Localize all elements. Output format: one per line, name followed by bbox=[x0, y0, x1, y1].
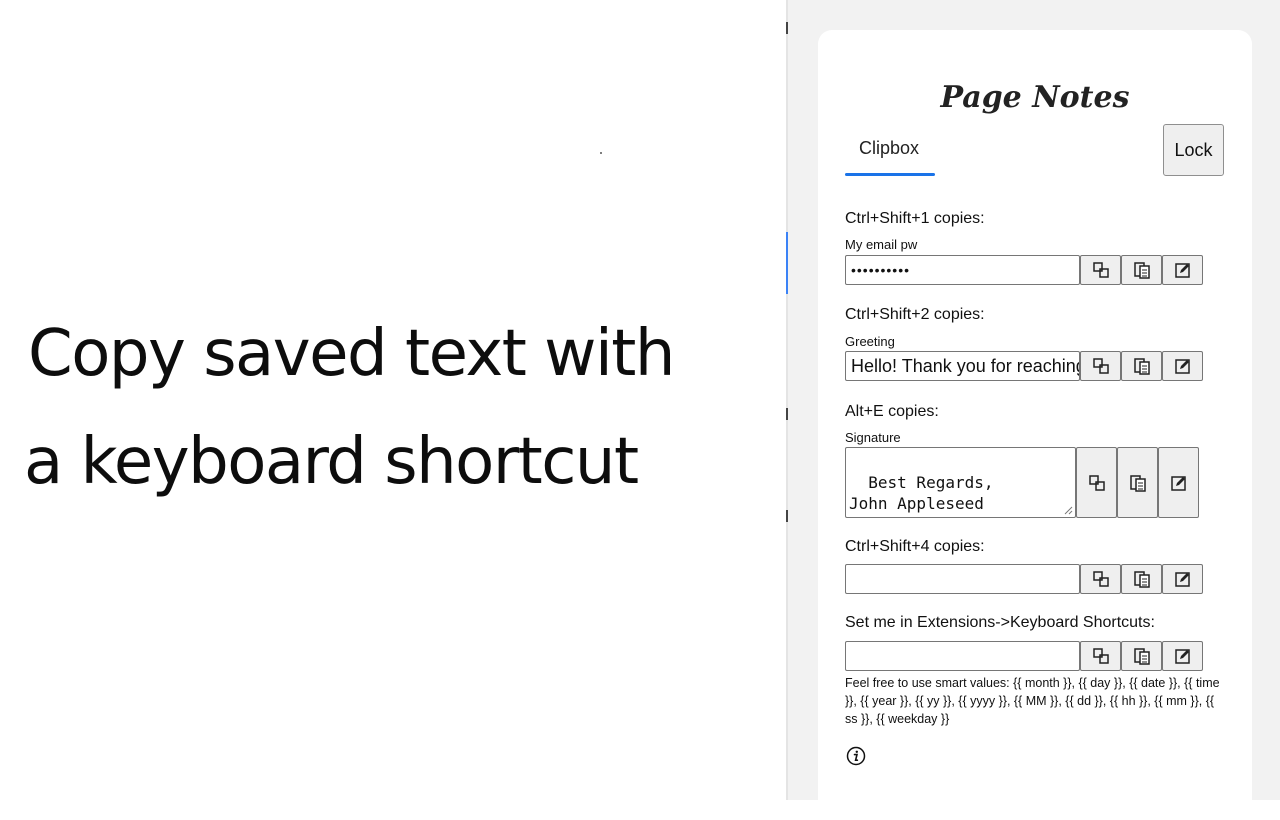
headline-block: Copy saved text with a keyboard shortcut bbox=[0, 300, 780, 516]
shortcut-label-4: Ctrl+Shift+4 copies: bbox=[845, 538, 985, 555]
browser-edge-highlight bbox=[786, 232, 788, 294]
paste-icon bbox=[1129, 474, 1146, 492]
tab-clipbox[interactable]: Clipbox bbox=[845, 124, 935, 176]
shortcut-label-5: Set me in Extensions->Keyboard Shortcuts… bbox=[845, 614, 1155, 631]
browser-edge-tick bbox=[786, 510, 788, 522]
copy-button[interactable] bbox=[1080, 641, 1121, 671]
copy-button[interactable] bbox=[1080, 351, 1121, 381]
slot-textarea-3[interactable]: Best Regards, John Appleseed bbox=[845, 447, 1076, 518]
shortcut-label-3: Alt+E copies: bbox=[845, 403, 939, 420]
browser-edge-tick bbox=[786, 408, 788, 420]
slot-input-4[interactable] bbox=[845, 564, 1080, 594]
edit-icon bbox=[1170, 475, 1186, 491]
edit-button[interactable] bbox=[1162, 641, 1203, 671]
copy-icon bbox=[1092, 648, 1109, 664]
copy-button[interactable] bbox=[1076, 447, 1117, 518]
slot-name-3: Signature bbox=[845, 430, 901, 445]
copy-button[interactable] bbox=[1080, 255, 1121, 285]
paste-icon bbox=[1133, 648, 1150, 665]
slot-buttons-5 bbox=[1080, 641, 1203, 671]
paste-button[interactable] bbox=[1121, 255, 1162, 285]
headline: Copy saved text with a keyboard shortcut bbox=[0, 300, 780, 516]
copy-icon bbox=[1088, 474, 1105, 491]
slot-input-5[interactable] bbox=[845, 641, 1080, 671]
slot-buttons-2 bbox=[1080, 351, 1203, 381]
paste-icon bbox=[1133, 571, 1150, 588]
slot-buttons-4 bbox=[1080, 564, 1203, 594]
edit-button[interactable] bbox=[1158, 447, 1199, 518]
edit-icon bbox=[1174, 649, 1190, 664]
copy-icon bbox=[1092, 358, 1109, 374]
paste-button[interactable] bbox=[1121, 351, 1162, 381]
slot-input-1[interactable]: •••••••••• bbox=[845, 255, 1080, 285]
browser-edge bbox=[786, 0, 788, 800]
headline-line-1: Copy saved text with bbox=[28, 317, 675, 391]
shortcut-label-1: Ctrl+Shift+1 copies: bbox=[845, 210, 985, 227]
paste-button[interactable] bbox=[1121, 564, 1162, 594]
browser-edge-tick bbox=[786, 22, 788, 34]
slot-buttons-1 bbox=[1080, 255, 1203, 285]
edit-icon bbox=[1174, 572, 1190, 587]
page-notes-logo: Page Notes bbox=[940, 80, 1130, 115]
tab-active-indicator bbox=[845, 173, 935, 176]
slot-buttons-3 bbox=[1076, 447, 1199, 518]
paste-icon bbox=[1133, 358, 1150, 375]
stray-dot bbox=[600, 152, 602, 154]
tab-clipbox-label: Clipbox bbox=[859, 138, 920, 158]
edit-icon bbox=[1174, 263, 1190, 278]
edit-button[interactable] bbox=[1162, 255, 1203, 285]
copy-icon bbox=[1092, 571, 1109, 587]
paste-button[interactable] bbox=[1121, 641, 1162, 671]
resize-grip-icon[interactable] bbox=[1064, 506, 1073, 515]
edit-button[interactable] bbox=[1162, 351, 1203, 381]
slot-name-1: My email pw bbox=[845, 237, 918, 252]
info-icon[interactable] bbox=[846, 746, 866, 766]
slot-input-2[interactable]: Hello! Thank you for reaching out bbox=[845, 351, 1080, 381]
headline-line-2: a keyboard shortcut bbox=[24, 425, 639, 499]
paste-icon bbox=[1133, 262, 1150, 279]
copy-button[interactable] bbox=[1080, 564, 1121, 594]
copy-icon bbox=[1092, 262, 1109, 278]
slot-name-2: Greeting bbox=[845, 334, 895, 349]
smart-values-help: Feel free to use smart values: {{ month … bbox=[845, 676, 1220, 726]
paste-button[interactable] bbox=[1117, 447, 1158, 518]
edit-icon bbox=[1174, 359, 1190, 374]
edit-button[interactable] bbox=[1162, 564, 1203, 594]
shortcut-label-2: Ctrl+Shift+2 copies: bbox=[845, 306, 985, 323]
lock-button[interactable]: Lock bbox=[1163, 124, 1224, 176]
slot-textarea-3-value: Best Regards, John Appleseed bbox=[849, 473, 994, 513]
